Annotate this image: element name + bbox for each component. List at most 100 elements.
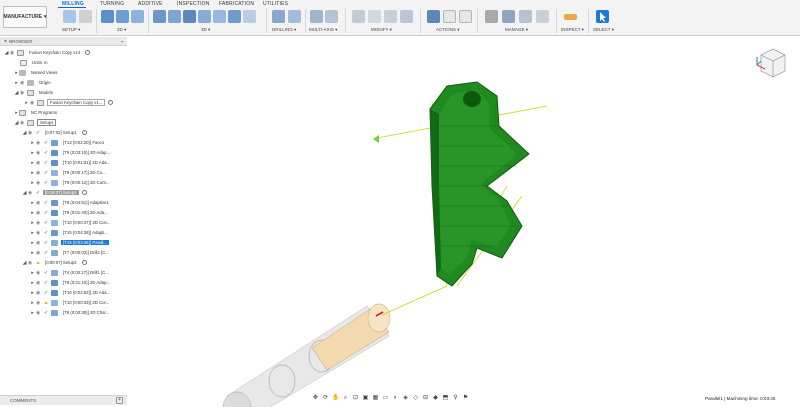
group-label-select[interactable]: SELECT ▾ — [593, 27, 614, 33]
multiaxis-contour-button[interactable] — [325, 10, 338, 23]
eye-icon[interactable]: ◉ — [19, 80, 25, 86]
viewport-icon[interactable]: ▭ — [382, 395, 389, 402]
visual-style-icon[interactable]: ◐ — [392, 395, 399, 402]
grid-icon[interactable]: ▦ — [372, 395, 379, 402]
eye-icon[interactable]: ◉ — [9, 50, 15, 56]
modify-button-3[interactable] — [384, 10, 397, 23]
tab-fabrication[interactable]: FABRICATION — [219, 1, 254, 7]
setup-options-button[interactable] — [79, 10, 92, 23]
tree-row-document[interactable]: ◢ ◉ Fusion Keychain Copy v14 — [4, 48, 91, 57]
2d-pocket-button[interactable] — [116, 10, 129, 23]
view-cube[interactable] — [755, 43, 791, 83]
tab-inspection[interactable]: INSPECTION — [177, 1, 210, 7]
fit-icon[interactable]: ⊡ — [352, 395, 359, 402]
browser-header[interactable]: ◂ BROWSER ▪ — [0, 37, 127, 46]
hand-pan-icon[interactable]: ✋ — [332, 395, 339, 402]
tree-row-nc-programs[interactable]: ▸ NC Programs — [14, 108, 59, 117]
3d-scallop-button[interactable] — [213, 10, 226, 23]
eye-icon[interactable]: ◉ — [35, 170, 41, 176]
tree-row-operation[interactable]: ▸ ◉ ✓ [T10 (0:02:52)] 2D Ada... — [30, 288, 112, 297]
3d-steep-shallow-button[interactable] — [183, 10, 196, 23]
eye-icon[interactable]: ◉ — [35, 270, 41, 276]
tree-row-named-views[interactable]: ▸ Named Views — [14, 68, 59, 77]
template-library-button[interactable] — [519, 10, 532, 23]
radio-icon[interactable] — [81, 130, 87, 135]
zoom-icon[interactable]: ⌕ — [342, 395, 349, 402]
group-label-multiaxis[interactable]: MULTI-AXIS ▾ — [309, 27, 337, 33]
tree-row-operation[interactable]: ▸ ◉ ▲ [T10 (0:00:33)] 2D Cor... — [30, 298, 111, 307]
eye-icon[interactable]: ◉ — [35, 290, 41, 296]
multiaxis-swarf-button[interactable] — [310, 10, 323, 23]
hole-recognition-button[interactable] — [288, 10, 301, 23]
eye-icon[interactable]: ◉ — [19, 120, 25, 126]
group-label-2d[interactable]: 2D ▾ — [117, 27, 126, 33]
radio-icon[interactable] — [81, 260, 87, 265]
group-label-drilling[interactable]: DRILLING ▾ — [272, 27, 296, 33]
eye-icon[interactable]: ◉ — [35, 140, 41, 146]
tab-utilities[interactable]: UTILITIES — [263, 1, 288, 7]
tree-row-operation[interactable]: ▸ ◉ ✓ [T9 (0:04:51)] Adaptive1 — [30, 198, 111, 207]
eye-icon[interactable]: ◉ — [35, 220, 41, 226]
light-icon[interactable]: ⚲ — [452, 395, 459, 402]
eye-icon[interactable]: ◉ — [19, 90, 25, 96]
eye-icon[interactable]: ◉ — [35, 180, 41, 186]
group-label-setup[interactable]: SETUP ▾ — [62, 27, 80, 33]
tree-row-operation-selected[interactable]: ▸ ◉ ✓ [T15 (0:03:46)] Parall... — [30, 238, 109, 247]
tree-row-setup2[interactable]: ◢ ◉ ✓ [0:16:37] Setup2 — [22, 188, 87, 197]
tab-turning[interactable]: TURNING — [100, 1, 124, 7]
3d-viewport[interactable] — [127, 36, 800, 407]
orbit-icon[interactable]: ⟳ — [322, 395, 329, 402]
tree-row-setup1[interactable]: ◢ ◉ ✓ [0:07:02] Setup1 — [22, 128, 87, 137]
simulate-button[interactable] — [427, 10, 440, 23]
render-icon[interactable]: ◆ — [432, 395, 439, 402]
tree-row-operation[interactable]: ▸ ◉ ✓ [T13 (0:02:20)] Face1 — [30, 138, 106, 147]
tree-row-operation[interactable]: ▸ ◉ ✓ [T8 (0:00:30)] 2D Char... — [30, 308, 111, 317]
tree-row-setup3[interactable]: ◢ ◉ ▲ [0:00:07] Setup3 — [22, 258, 87, 267]
eye-icon[interactable]: ◉ — [35, 230, 41, 236]
tree-row-models[interactable]: ◢ ◉ Models — [14, 88, 55, 97]
section-icon[interactable]: ⊟ — [422, 395, 429, 402]
eye-icon[interactable]: ◉ — [29, 100, 35, 106]
comments-panel[interactable]: COMMENTS + — [0, 395, 127, 405]
2d-contour-button[interactable] — [131, 10, 144, 23]
group-label-3d[interactable]: 3D ▾ — [201, 27, 210, 33]
display-mode-icon[interactable]: ▣ — [362, 395, 369, 402]
tree-row-units[interactable]: Units: in — [20, 58, 50, 67]
3d-adaptive-button[interactable] — [153, 10, 166, 23]
pin-icon[interactable]: ▪ — [121, 39, 123, 44]
group-label-inspect[interactable]: INSPECT ▾ — [561, 27, 584, 33]
post-library-button[interactable] — [536, 10, 549, 23]
radio-icon[interactable] — [108, 100, 114, 105]
measure-button[interactable] — [564, 14, 577, 20]
move-icon[interactable]: ✥ — [312, 395, 319, 402]
tree-row-operation[interactable]: ▸ ◉ ✓ [T9 (0:03:10)] 2D Adap... — [30, 148, 112, 157]
tree-row-operation[interactable]: ▸ ◉ ✓ [T9 (0:21:10)] 2D Adap... — [30, 278, 112, 287]
group-label-actions[interactable]: ACTIONS ▾ — [436, 27, 460, 33]
machine-library-button[interactable] — [502, 10, 515, 23]
eye-icon[interactable]: ◉ — [35, 250, 41, 256]
group-label-manage[interactable]: MANAGE ▾ — [505, 27, 528, 33]
collapse-icon[interactable]: ◂ — [4, 38, 6, 44]
tree-row-operation[interactable]: ▸ ◉ ✓ [T7 (0:00:03)] Drill2 [C... — [30, 248, 111, 257]
eye-icon[interactable]: ◉ — [35, 280, 41, 286]
tree-row-operation[interactable]: ▸ ◉ ✓ [T10 (0:01:01)] 2D Ada... — [30, 158, 112, 167]
environment-icon[interactable]: ◈ — [402, 395, 409, 402]
tree-row-operation[interactable]: ▸ ◉ ✓ [T4 (0:00:17)] Drill1 [C... — [30, 268, 111, 277]
tree-row-operation[interactable]: ▸ ◉ ✓ [T10 (0:00:37)] 2D Con... — [30, 218, 113, 227]
eye-icon[interactable]: ◉ — [35, 150, 41, 156]
modify-button-4[interactable] — [400, 10, 413, 23]
tree-row-model-component[interactable]: ▸ ◉ Fusion Keychain Copy v1... — [24, 98, 114, 107]
add-comment-icon[interactable]: + — [116, 397, 123, 404]
radio-icon[interactable] — [85, 50, 91, 55]
radio-icon[interactable] — [81, 190, 87, 195]
eye-icon[interactable]: ◉ — [35, 200, 41, 206]
modify-button-1[interactable] — [352, 10, 365, 23]
eye-icon[interactable]: ◉ — [35, 310, 41, 316]
tree-row-origin[interactable]: ▸ ◉ Origin — [14, 78, 52, 87]
3d-contour-button[interactable] — [228, 10, 241, 23]
group-label-modify[interactable]: MODIFY ▾ — [371, 27, 392, 33]
select-button[interactable] — [596, 10, 609, 23]
tree-row-operation[interactable]: ▸ ◉ ✓ [T8 (0:00:12)] 2D Cont... — [30, 178, 111, 187]
tree-row-operation[interactable]: ▸ ◉ ✓ [T15 (0:04:38)] Adapti... — [30, 228, 110, 237]
eye-icon[interactable]: ◉ — [35, 160, 41, 166]
